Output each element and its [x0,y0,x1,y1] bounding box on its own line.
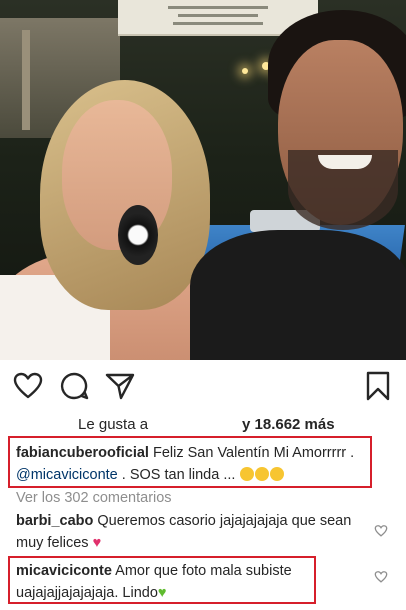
caption-username[interactable]: fabiancuberooficial [16,445,149,461]
likes-prefix: Le gusta a [78,416,149,433]
comment-username[interactable]: micaviciconte [16,563,112,579]
heart-eyes-emoji-icon [255,467,270,481]
likes-count[interactable]: y 18.662 más [242,416,335,433]
caption-text-2: . SOS tan linda ... [121,467,236,483]
share-icon[interactable] [104,370,136,402]
caption-text: Feliz San Valentín Mi Amorrrrr . [152,445,355,461]
post-action-bar [0,360,406,412]
comment-like-heart-icon[interactable] [374,570,388,584]
couple-emoji-icon [270,467,285,481]
comment-item-highlighted: micaviciconte Amor que foto mala subiste… [8,556,316,604]
caption: fabiancuberooficial Feliz San Valentín M… [8,436,372,488]
comment-like-heart-icon[interactable] [374,524,388,538]
view-all-comments-link[interactable]: Ver los 302 comentarios [16,490,172,506]
bookmark-icon[interactable] [362,370,394,402]
person-man-smile [318,155,372,169]
green-heart-emoji-icon: ♥ [157,585,167,601]
comment-username[interactable]: barbi_cabo [16,513,93,529]
comment-icon[interactable] [58,370,90,402]
post-photo[interactable] [0,0,406,360]
heart-icon[interactable] [12,370,44,402]
likes-row[interactable]: Le gusta a y 18.662 más [0,412,406,436]
pink-heart-emoji-icon: ♥ [92,535,102,551]
comment-item: barbi_cabo Queremos casorio jajajajajaja… [16,510,356,554]
smiling-face-emoji-icon [240,467,255,481]
background-light [242,68,248,74]
caption-mention[interactable]: @micaviciconte [16,467,118,483]
background-pillar [22,30,30,130]
earring [118,205,158,265]
person-man-body [190,230,406,360]
